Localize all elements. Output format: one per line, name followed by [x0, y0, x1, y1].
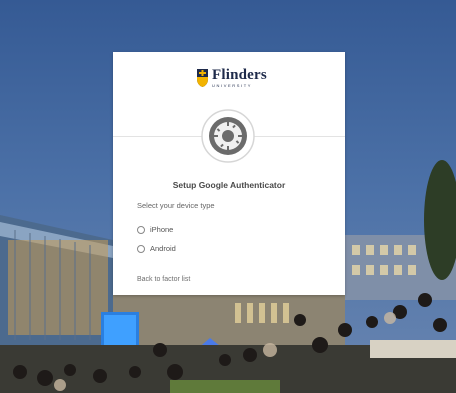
- brand-name: Flinders: [212, 67, 267, 83]
- setup-title: Setup Google Authenticator: [172, 180, 286, 190]
- option-iphone[interactable]: iPhone: [137, 225, 173, 234]
- android-radio[interactable]: [137, 244, 145, 253]
- iphone-radio[interactable]: [137, 225, 145, 234]
- android-label: Android: [150, 244, 176, 253]
- iphone-label: iPhone: [150, 225, 174, 234]
- brand-subtitle: UNIVERSITY: [212, 83, 253, 88]
- authenticator-setup-card: Flinders UNIVERSITY Setup Google Authent…: [113, 52, 345, 295]
- back-to-factor-list-link[interactable]: Back to factor list: [137, 276, 190, 283]
- university-crest-icon: [197, 69, 208, 87]
- flinders-logo: Flinders UNIVERSITY: [196, 68, 267, 88]
- device-type-prompt: Select your device type: [137, 201, 215, 210]
- google-authenticator-icon: [201, 109, 255, 163]
- option-android[interactable]: Android: [137, 244, 176, 253]
